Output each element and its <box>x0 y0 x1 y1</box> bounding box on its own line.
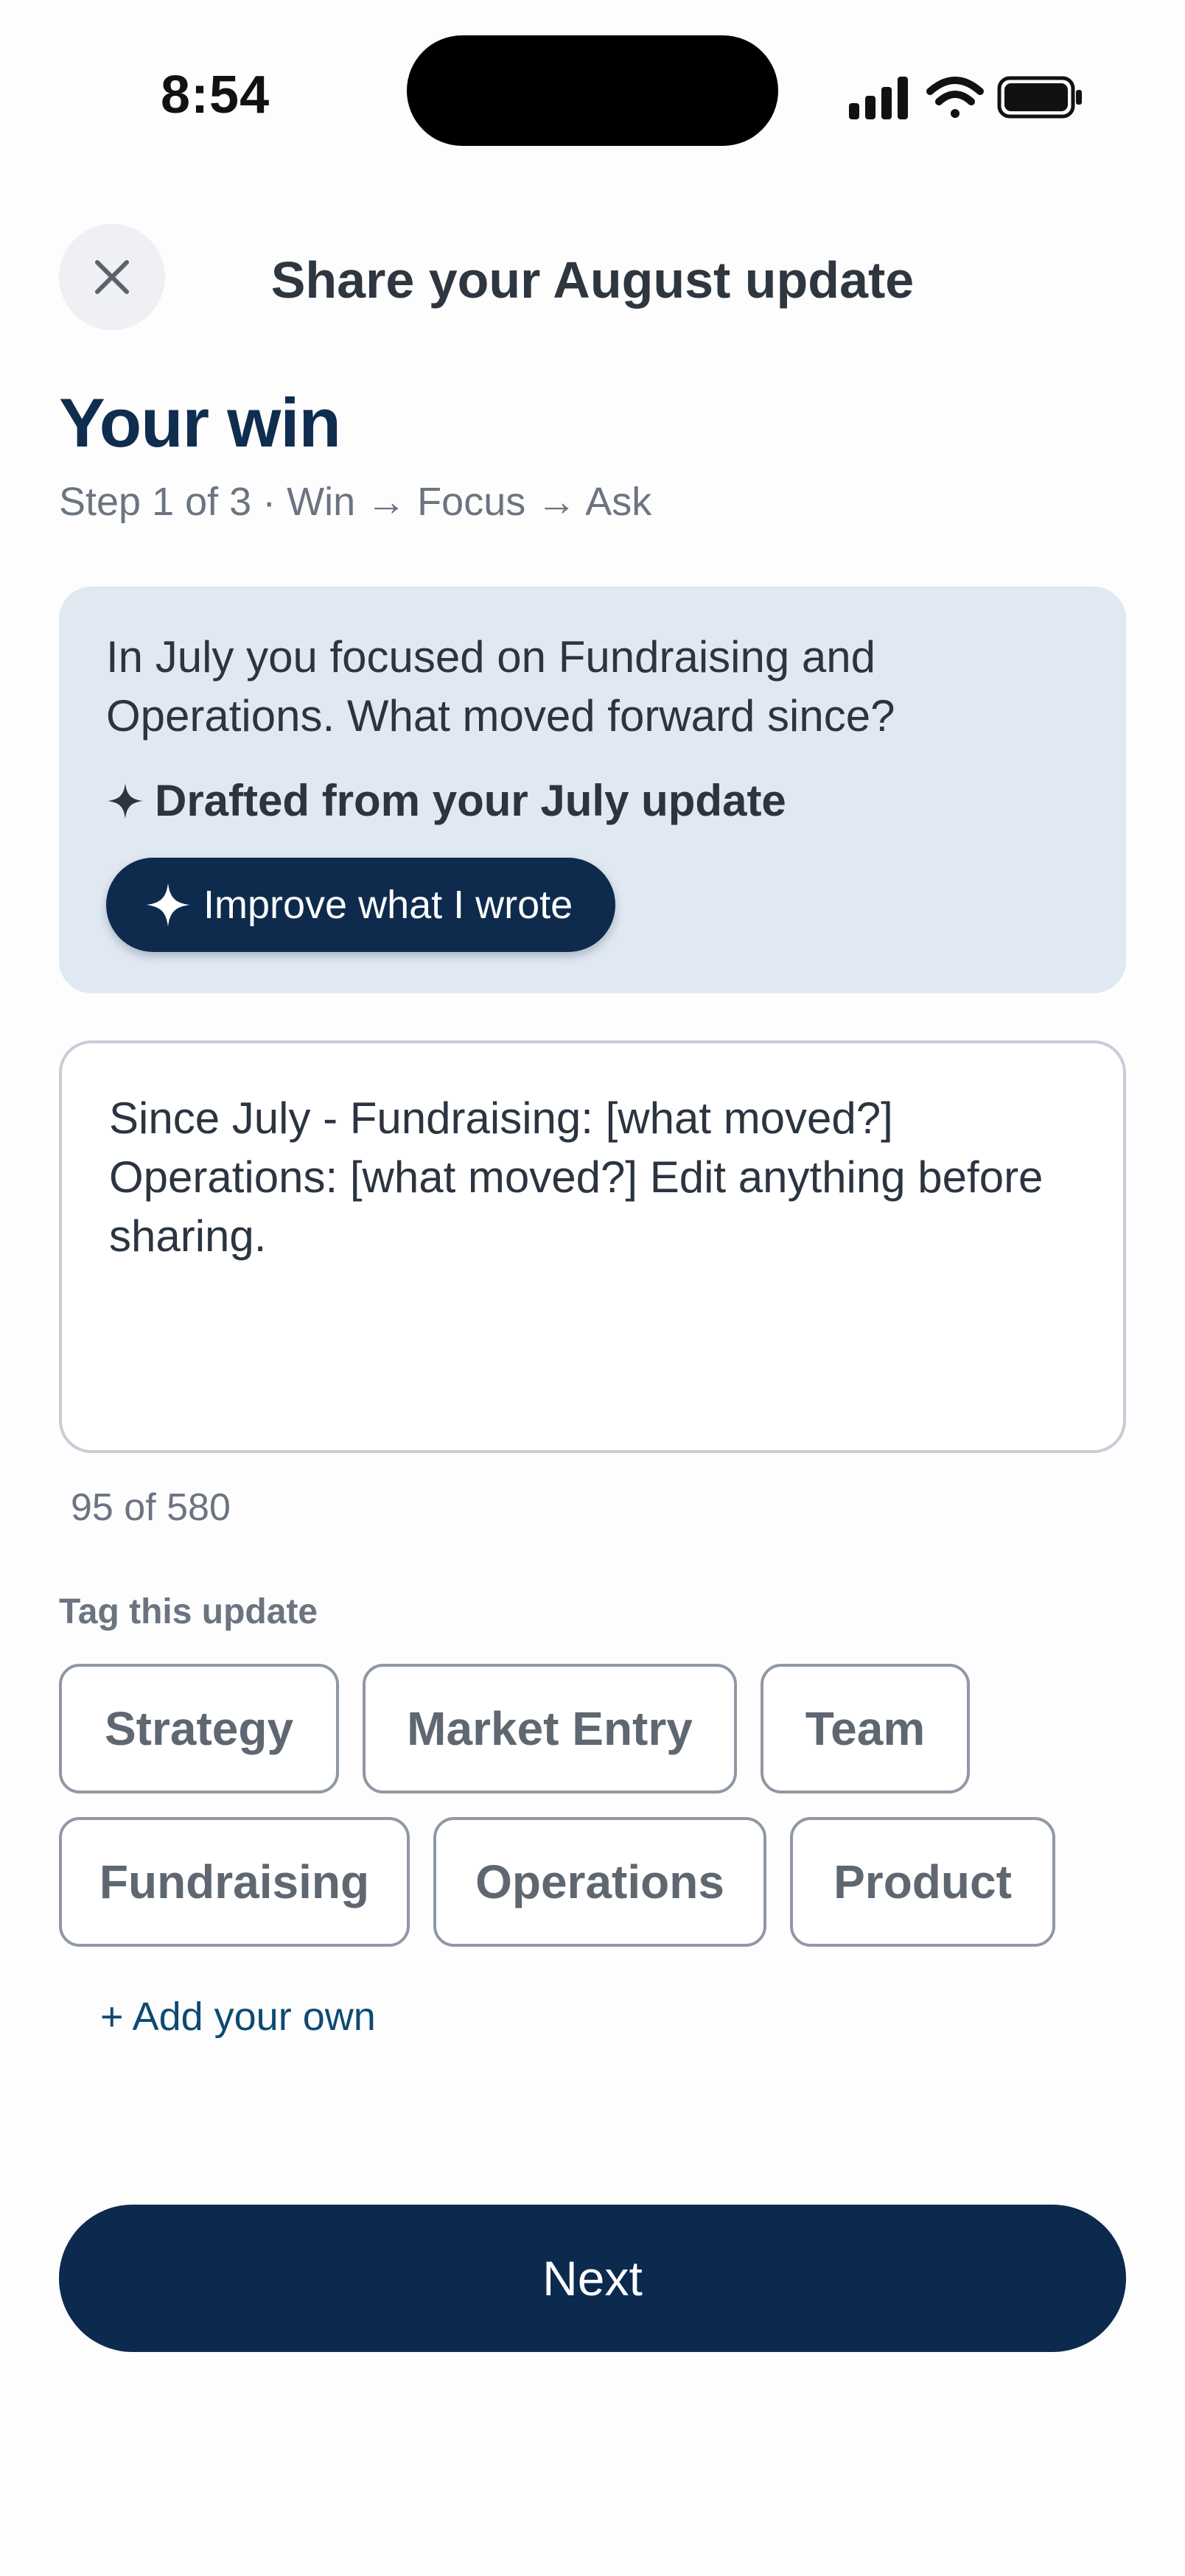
tag-section-label: Tag this update <box>59 1592 318 1631</box>
wifi-icon <box>926 77 984 118</box>
header-title: Share your August update <box>270 251 915 309</box>
tag-chip-strategy[interactable]: Strategy <box>59 1664 339 1793</box>
character-counter: 95 of 580 <box>71 1486 231 1529</box>
step-indicator: Step 1 of 3 · Win → Focus → Ask <box>59 480 652 524</box>
dynamic-island <box>407 35 778 146</box>
add-own-tag-link[interactable]: + Add your own <box>100 1994 376 2040</box>
improve-button-label: Improve what I wrote <box>203 883 573 927</box>
sparkle-icon <box>106 782 144 820</box>
next-button[interactable]: Next <box>59 2205 1126 2352</box>
page-title: Your win <box>59 384 341 461</box>
status-time: 8:54 <box>161 66 270 125</box>
tag-chip-operations[interactable]: Operations <box>433 1817 766 1947</box>
tag-chip-market-entry[interactable]: Market Entry <box>363 1664 737 1793</box>
tag-chip-team[interactable]: Team <box>761 1664 970 1793</box>
sparkle-icon <box>144 881 192 928</box>
update-text-value: Since July - Fundraising: [what moved?] … <box>109 1093 1044 1261</box>
status-bar: 8:54 <box>0 0 1185 147</box>
drafted-label-text: Drafted from your July update <box>155 776 786 825</box>
tag-chip-fundraising[interactable]: Fundraising <box>59 1817 410 1947</box>
drafted-label: Drafted from your July update <box>106 775 786 826</box>
prompt-text: In July you focused on Fundraising and O… <box>106 632 895 741</box>
cellular-signal-icon <box>849 77 908 119</box>
prompt-card: In July you focused on Fundraising and O… <box>59 587 1126 993</box>
battery-icon <box>997 76 1082 119</box>
screen: 8:54 Share your August update Your win S… <box>0 0 1185 2576</box>
status-icons <box>849 76 1082 119</box>
update-textarea[interactable]: Since July - Fundraising: [what moved?] … <box>59 1040 1126 1453</box>
tag-chip-product[interactable]: Product <box>790 1817 1055 1947</box>
improve-button[interactable]: Improve what I wrote <box>106 858 616 952</box>
